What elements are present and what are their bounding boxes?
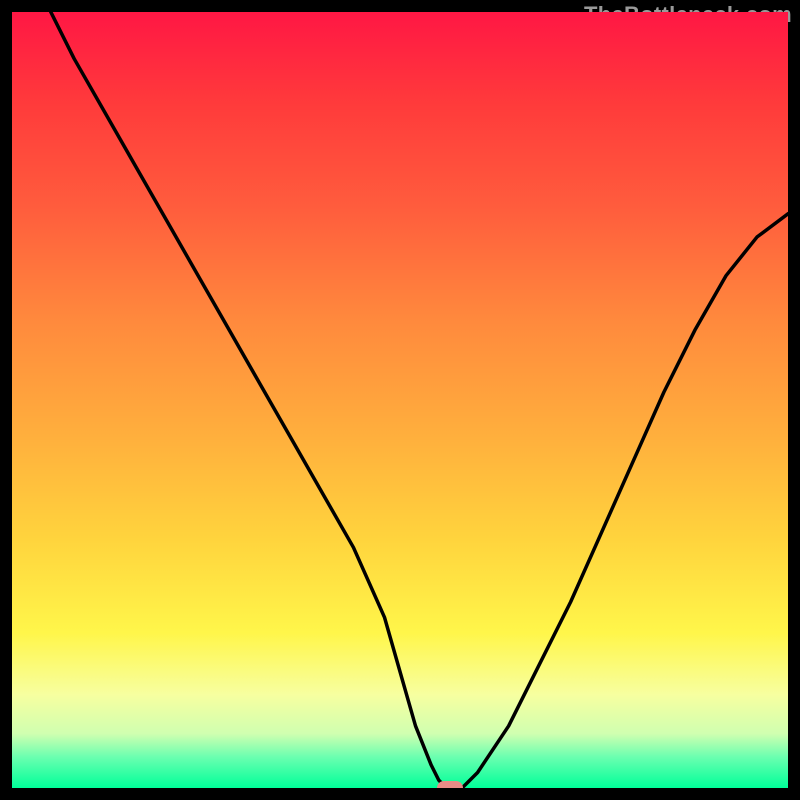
chart-container: TheBottleneck.com	[0, 0, 800, 800]
plot-area	[12, 12, 788, 788]
gradient-background	[12, 12, 788, 788]
optimal-point-marker	[437, 781, 463, 788]
